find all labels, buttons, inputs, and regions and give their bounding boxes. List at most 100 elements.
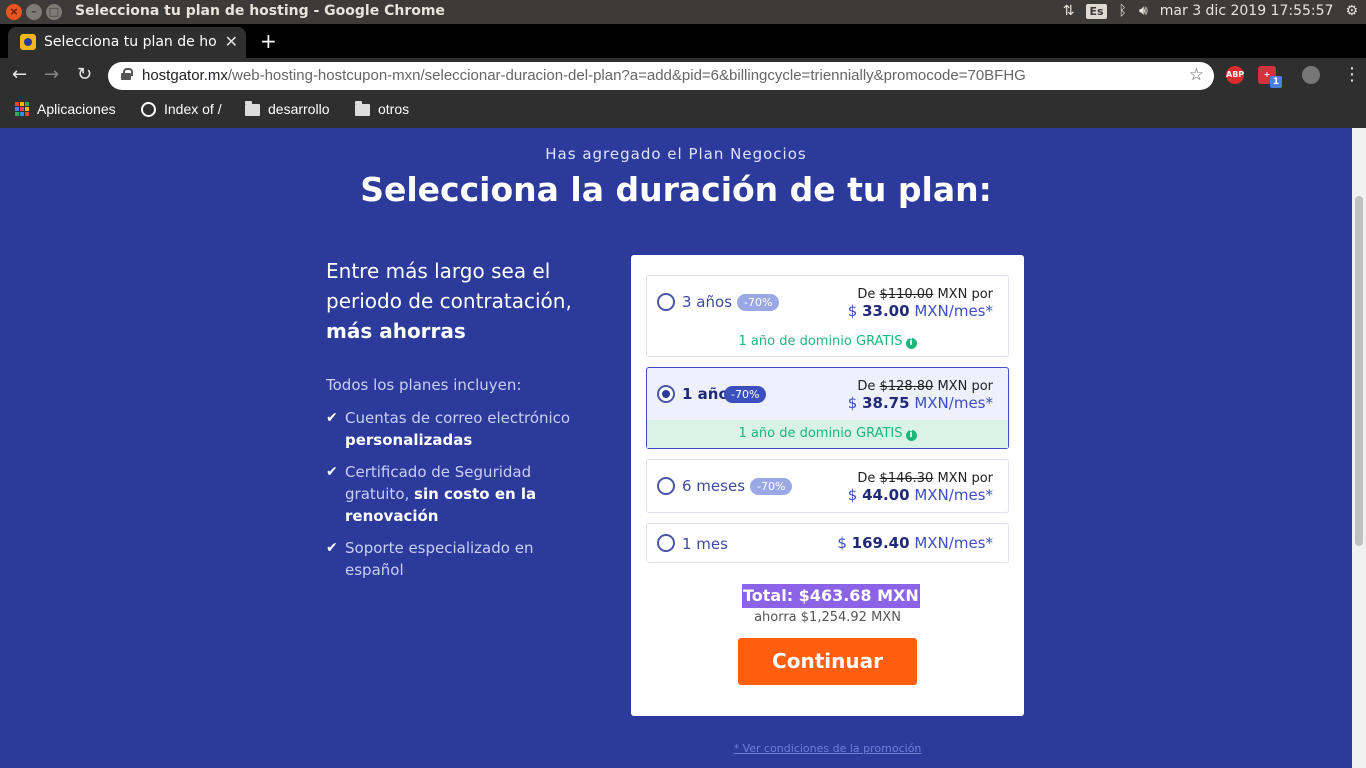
folder-icon	[355, 101, 370, 116]
discount-badge: -70%	[750, 478, 793, 495]
discount-badge: -70%	[737, 294, 780, 311]
plan-label: 3 años	[682, 293, 733, 311]
bookmark-folder-otros[interactable]: otros	[355, 101, 409, 117]
plan-option-3-years[interactable]: 3 años -70% De $110.00 MXN por $ 33.00 M…	[646, 275, 1009, 357]
price-prefix: De	[857, 471, 876, 486]
browser-tab-active[interactable]: Selecciona tu plan de hosting - Google C…	[8, 27, 246, 58]
lock-icon[interactable]	[121, 68, 133, 80]
back-arrow-icon[interactable]: ←	[12, 64, 27, 85]
reload-icon[interactable]: ↻	[77, 64, 92, 85]
system-tray: ⇅ Es ᛒ 🔊︎ mar 3 dic 2019 17:55:57 ⚙	[1063, 3, 1358, 19]
url-host: hostgator.mx	[142, 67, 228, 84]
window-controls: × – □	[6, 4, 62, 20]
price-prefix: De	[857, 379, 876, 394]
original-price: De $110.00 MXN por	[857, 287, 993, 302]
feature-item: ✔ Cuentas de correo electrónico personal…	[326, 407, 596, 451]
radio-button[interactable]	[657, 293, 675, 311]
page-scrollbar[interactable]	[1352, 128, 1366, 768]
currency: $	[847, 394, 858, 412]
feature-text: Cuentas de correo electrónico	[345, 409, 571, 427]
price-value: 169.40	[851, 534, 910, 552]
currency: $	[847, 302, 858, 320]
window-minimize-button[interactable]: –	[26, 4, 42, 20]
includes-heading: Todos los planes incluyen:	[326, 376, 522, 394]
window-maximize-button[interactable]: □	[46, 4, 62, 20]
tab-title: Selecciona tu plan de hosting - Google C…	[44, 34, 216, 50]
radio-button[interactable]	[657, 477, 675, 495]
os-top-bar: × – □ Selecciona tu plan de hosting - Go…	[0, 0, 1366, 24]
new-tab-plus-icon[interactable]: +	[260, 29, 277, 53]
bookmarks-bar: Aplicaciones Index of / desarrollo otros	[0, 94, 1366, 128]
hostgator-favicon-icon	[20, 34, 36, 50]
feature-item: ✔ Certificado de Seguridad gratuito, sin…	[326, 461, 596, 527]
promo-conditions-link[interactable]: * Ver condiciones de la promoción	[631, 742, 1024, 755]
monthly-price: $ 169.40 MXN/mes*	[837, 534, 993, 552]
free-domain-note: 1 año de dominio GRATIS i	[647, 420, 1008, 448]
network-icon[interactable]: ⇅	[1063, 3, 1075, 19]
plan-option-1-year[interactable]: 1 año -70% De $128.80 MXN por $ 38.75 MX…	[646, 367, 1009, 449]
page-title: Selecciona la duración de tu plan:	[360, 170, 992, 209]
scrollbar-thumb[interactable]	[1355, 196, 1363, 546]
keyboard-layout-indicator[interactable]: Es	[1086, 3, 1107, 19]
info-icon[interactable]: i	[905, 430, 917, 441]
monthly-price: $ 38.75 MXN/mes*	[848, 394, 993, 412]
added-plan-text: Has agregado el Plan Negocios	[545, 145, 807, 163]
bookmark-folder-desarrollo[interactable]: desarrollo	[245, 101, 329, 117]
forward-arrow-icon[interactable]: →	[44, 64, 59, 85]
old-price: $128.80	[879, 379, 934, 394]
volume-icon[interactable]: 🔊︎	[1139, 3, 1148, 19]
domain-text: 1 año de dominio GRATIS	[738, 334, 903, 349]
extension-icon[interactable]: +1	[1258, 66, 1282, 88]
discount-badge: -70%	[724, 386, 767, 403]
bookmark-label: Index of /	[164, 101, 222, 117]
plan-label: 6 meses	[682, 477, 746, 495]
adblock-plus-extension-icon[interactable]: ABP	[1226, 66, 1244, 84]
savings-text: ahorra $1,254.92 MXN	[754, 610, 901, 625]
price-per: MXN/mes*	[914, 534, 993, 552]
tab-close-icon[interactable]: ✕	[225, 32, 238, 51]
info-icon[interactable]: i	[905, 338, 917, 349]
domain-text: 1 año de dominio GRATIS	[738, 426, 903, 441]
chrome-menu-icon[interactable]: ⋮	[1343, 64, 1361, 85]
continue-button[interactable]: Continuar	[738, 638, 917, 685]
bookmark-star-icon[interactable]: ☆	[1189, 65, 1204, 85]
currency: $	[847, 486, 858, 504]
price-per: MXN/mes*	[914, 394, 993, 412]
lead-text: Entre más largo sea el periodo de contra…	[326, 256, 616, 346]
original-price: De $146.30 MXN por	[857, 471, 993, 486]
old-price: $110.00	[879, 287, 934, 302]
original-price: De $128.80 MXN por	[857, 379, 993, 394]
clock[interactable]: mar 3 dic 2019 17:55:57	[1160, 3, 1334, 19]
price-per: MXN/mes*	[914, 486, 993, 504]
price-unit: MXN por	[937, 379, 993, 394]
radio-button[interactable]	[657, 534, 675, 552]
currency: $	[837, 534, 847, 552]
radio-button-selected[interactable]	[657, 385, 675, 403]
profile-avatar-icon[interactable]	[1302, 66, 1320, 84]
plan-option-1-month[interactable]: 1 mes $ 169.40 MXN/mes*	[646, 523, 1009, 563]
window-title: Selecciona tu plan de hosting - Google C…	[75, 3, 445, 19]
bookmark-index-of[interactable]: Index of /	[141, 101, 222, 117]
bookmark-aplicaciones[interactable]: Aplicaciones	[15, 101, 116, 117]
price-unit: MXN por	[937, 287, 993, 302]
bookmark-label: otros	[378, 101, 410, 117]
lead-line: Entre más largo sea el periodo de contra…	[326, 259, 572, 313]
price-per: MXN/mes*	[914, 302, 993, 320]
window-close-button[interactable]: ×	[6, 4, 22, 20]
bluetooth-icon[interactable]: ᛒ	[1119, 3, 1127, 19]
extension-badge: 1	[1270, 76, 1282, 88]
apps-grid-icon	[15, 102, 29, 116]
folder-icon	[245, 101, 260, 116]
monthly-price: $ 33.00 MXN/mes*	[848, 302, 993, 320]
lead-bold: más ahorras	[326, 319, 466, 343]
globe-icon	[141, 101, 156, 117]
address-bar[interactable]: hostgator.mx/web-hosting-hostcupon-mxn/s…	[108, 62, 1214, 90]
settings-gear-icon[interactable]: ⚙	[1345, 3, 1358, 19]
price-value: 38.75	[862, 394, 910, 412]
price-value: 44.00	[862, 486, 910, 504]
plan-option-6-months[interactable]: 6 meses -70% De $146.30 MXN por $ 44.00 …	[646, 459, 1009, 513]
url-text[interactable]: hostgator.mx/web-hosting-hostcupon-mxn/s…	[142, 67, 1026, 84]
url-path: /web-hosting-hostcupon-mxn/seleccionar-d…	[227, 67, 1026, 84]
feature-item: ✔ Soporte especializado en español	[326, 537, 596, 581]
checkmark-icon: ✔	[326, 464, 338, 480]
